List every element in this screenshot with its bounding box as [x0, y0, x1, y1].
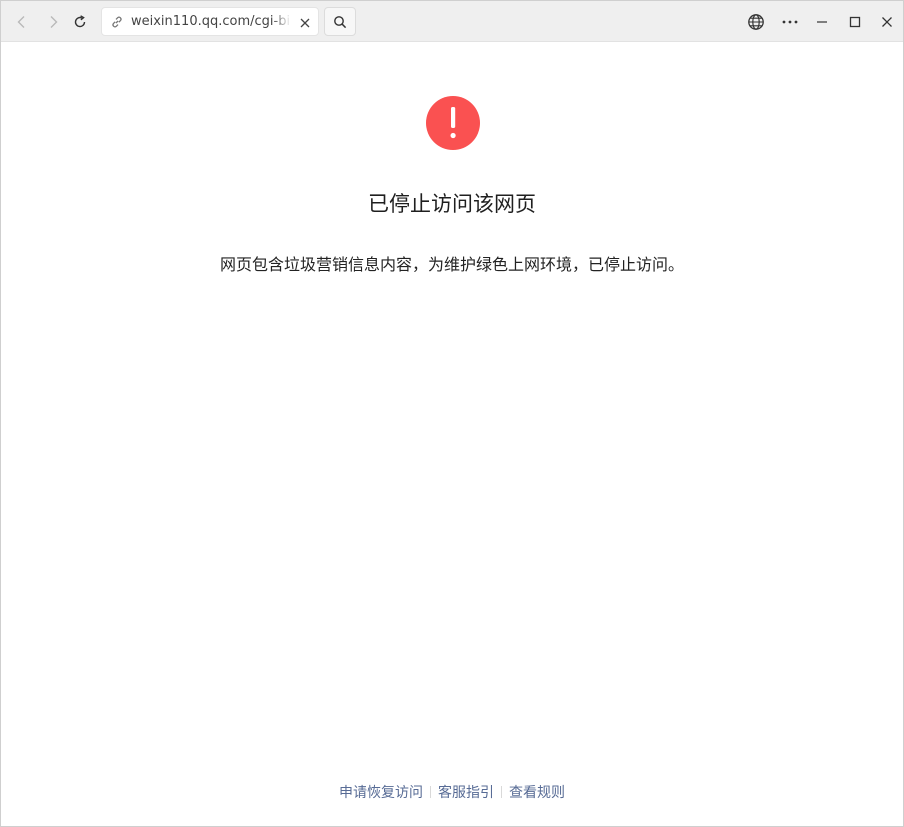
more-icon: [782, 20, 798, 24]
maximize-button[interactable]: [840, 7, 870, 37]
page-description: 网页包含垃圾营销信息内容，为维护绿色上网环境，已停止访问。: [219, 255, 684, 274]
footer-links: 申请恢复访问 客服指引 查看规则: [1, 783, 903, 803]
page-title: 已停止访问该网页: [368, 192, 536, 216]
search-button[interactable]: [324, 7, 356, 36]
arrow-left-icon: [17, 16, 25, 28]
warning-icon: [426, 96, 480, 150]
search-icon: [334, 15, 347, 28]
address-bar[interactable]: weixin110.qq.com/cgi-bin/mmspamsupport-b…: [101, 7, 319, 36]
reload-button[interactable]: [65, 7, 95, 37]
close-icon: [300, 18, 310, 28]
footer-link-restore-access[interactable]: 申请恢复访问: [339, 785, 423, 801]
forward-button[interactable]: [38, 7, 68, 37]
reload-icon: [74, 15, 86, 28]
back-button[interactable]: [7, 7, 37, 37]
page-content: 已停止访问该网页 网页包含垃圾营销信息内容，为维护绿色上网环境，已停止访问。 申…: [1, 43, 903, 827]
footer-link-support-guide[interactable]: 客服指引: [438, 785, 494, 801]
close-icon: [882, 17, 892, 27]
arrow-right-icon: [50, 16, 58, 28]
address-url[interactable]: weixin110.qq.com/cgi-bin/mmspamsupport-b…: [131, 14, 291, 30]
footer-separator: [501, 786, 502, 798]
minimize-icon: [817, 21, 827, 23]
link-icon: [110, 14, 124, 33]
language-button[interactable]: [741, 7, 771, 37]
browser-window: weixin110.qq.com/cgi-bin/mmspamsupport-b…: [0, 0, 904, 827]
maximize-icon: [849, 16, 861, 28]
minimize-button[interactable]: [807, 7, 837, 37]
footer-separator: [430, 786, 431, 798]
footer-link-view-rules[interactable]: 查看规则: [509, 785, 565, 801]
browser-toolbar: weixin110.qq.com/cgi-bin/mmspamsupport-b…: [1, 1, 903, 42]
globe-icon: [748, 14, 764, 30]
window-close-button[interactable]: [872, 7, 902, 37]
more-button[interactable]: [775, 7, 805, 37]
clear-url-button[interactable]: [298, 15, 312, 34]
